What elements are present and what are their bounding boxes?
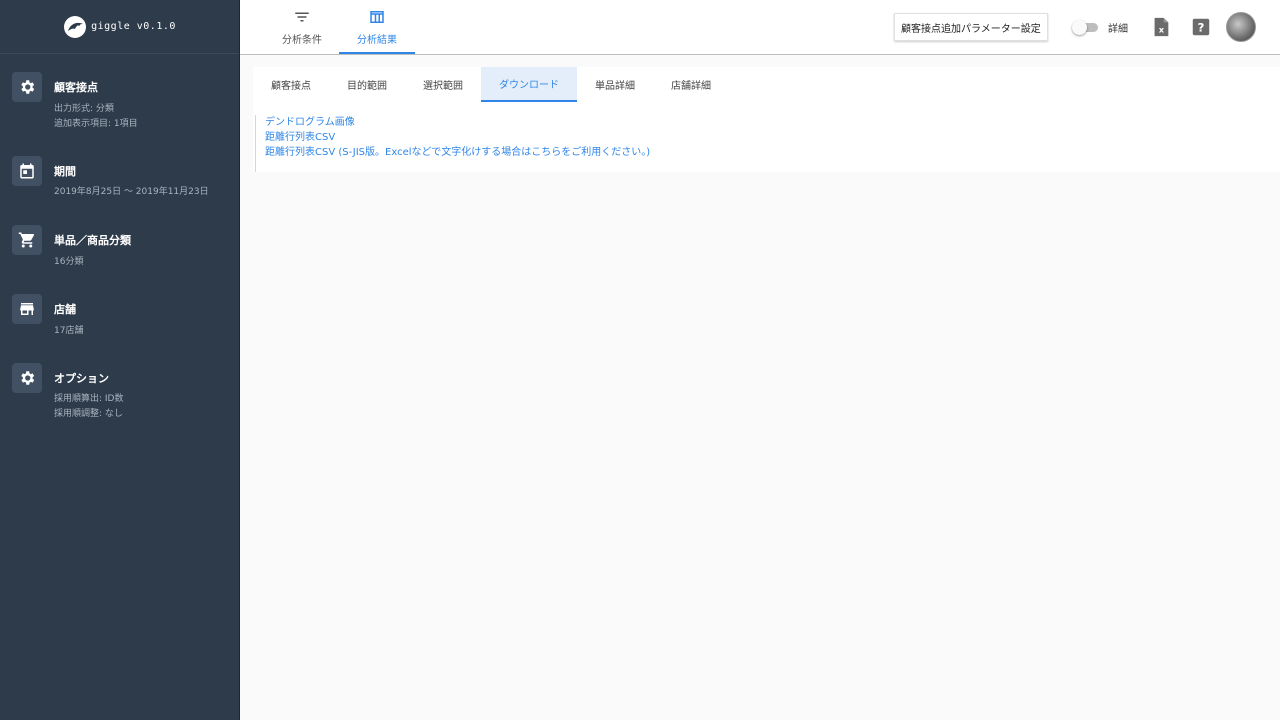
sidebar-item-detail: 追加表示項目: 1項目 — [54, 119, 138, 129]
sidebar-item-touchpoint[interactable]: 顧客接点 出力形式: 分類 追加表示項目: 1項目 — [12, 72, 232, 132]
result-subtabs: 顧客接点 目的範囲 選択範囲 ダウンロード 単品詳細 店舗詳細 — [253, 67, 729, 102]
excel-icon[interactable]: x — [1150, 16, 1172, 38]
distance-matrix-csv-sjis-link[interactable]: 距離行列表CSV (S-JIS版。Excelなどで文字化けする場合はこちらをご利… — [265, 145, 650, 160]
subtab-product-detail[interactable]: 単品詳細 — [577, 67, 653, 102]
distance-matrix-csv-link[interactable]: 距離行列表CSV — [265, 130, 650, 145]
sidebar-item-title: 顧客接点 — [54, 81, 98, 94]
gear-icon — [12, 72, 42, 102]
tab-analysis-conditions[interactable]: 分析条件 — [264, 0, 340, 54]
top-header: 分析条件 分析結果 顧客接点追加パラメーター設定 詳細 x ? — [240, 0, 1280, 55]
help-icon[interactable]: ? — [1190, 16, 1212, 38]
app-name: giggle v0.1.0 — [91, 21, 176, 32]
results-panel: 顧客接点 目的範囲 選択範囲 ダウンロード 単品詳細 店舗詳細 デンドログラム画… — [253, 67, 1280, 172]
sidebar-item-title: 店舗 — [54, 303, 76, 316]
sidebar-item-detail: 採用順調整: なし — [54, 409, 123, 419]
sidebar-item-detail: 2019年8月25日 〜 2019年11月23日 — [54, 187, 209, 197]
subtab-selected-range[interactable]: 選択範囲 — [405, 67, 481, 102]
tab-label: 分析結果 — [357, 35, 397, 46]
tab-analysis-results[interactable]: 分析結果 — [339, 0, 415, 54]
sidebar-item-options[interactable]: オプション 採用順算出: ID数 採用順調整: なし — [12, 363, 232, 423]
logo-icon — [64, 15, 87, 38]
gear-icon — [12, 363, 42, 393]
sidebar-item-title: オプション — [54, 372, 109, 385]
sidebar-item-detail: 採用順算出: ID数 — [54, 394, 124, 404]
sidebar-item-detail: 17店舗 — [54, 326, 84, 336]
subtab-target-range[interactable]: 目的範囲 — [329, 67, 405, 102]
filter-icon — [295, 12, 309, 22]
detail-toggle-label: 詳細 — [1108, 24, 1128, 35]
sidebar-item-stores[interactable]: 店舗 17店舗 — [12, 294, 232, 340]
main-content: 顧客接点 目的範囲 選択範囲 ダウンロード 単品詳細 店舗詳細 デンドログラム画… — [240, 55, 1280, 720]
touchpoint-parameter-button[interactable]: 顧客接点追加パラメーター設定 — [894, 13, 1048, 41]
sidebar-item-title: 単品／商品分類 — [54, 234, 131, 247]
store-icon — [12, 294, 42, 324]
brand[interactable]: giggle v0.1.0 — [0, 0, 239, 54]
sidebar-item-title: 期間 — [54, 165, 76, 178]
subtab-download[interactable]: ダウンロード — [481, 67, 577, 102]
dendrogram-image-link[interactable]: デンドログラム画像 — [265, 115, 650, 130]
cart-icon — [12, 225, 42, 255]
toggle-knob — [1072, 20, 1087, 35]
subtab-touchpoint[interactable]: 顧客接点 — [253, 67, 329, 102]
svg-text:?: ? — [1198, 21, 1205, 35]
calendar-icon — [12, 156, 42, 186]
table-icon — [370, 11, 384, 23]
download-links: デンドログラム画像 距離行列表CSV 距離行列表CSV (S-JIS版。Exce… — [255, 115, 650, 172]
sidebar: giggle v0.1.0 顧客接点 出力形式: 分類 追加表示項目: 1項目 … — [0, 0, 240, 720]
detail-toggle[interactable] — [1072, 20, 1098, 35]
subtab-store-detail[interactable]: 店舗詳細 — [653, 67, 729, 102]
user-avatar[interactable] — [1226, 12, 1256, 42]
svg-text:x: x — [1159, 25, 1165, 35]
sidebar-item-detail: 16分類 — [54, 257, 84, 267]
sidebar-item-detail: 出力形式: 分類 — [54, 104, 114, 114]
sidebar-item-period[interactable]: 期間 2019年8月25日 〜 2019年11月23日 — [12, 156, 232, 202]
tab-label: 分析条件 — [282, 35, 322, 46]
sidebar-item-products[interactable]: 単品／商品分類 16分類 — [12, 225, 232, 271]
